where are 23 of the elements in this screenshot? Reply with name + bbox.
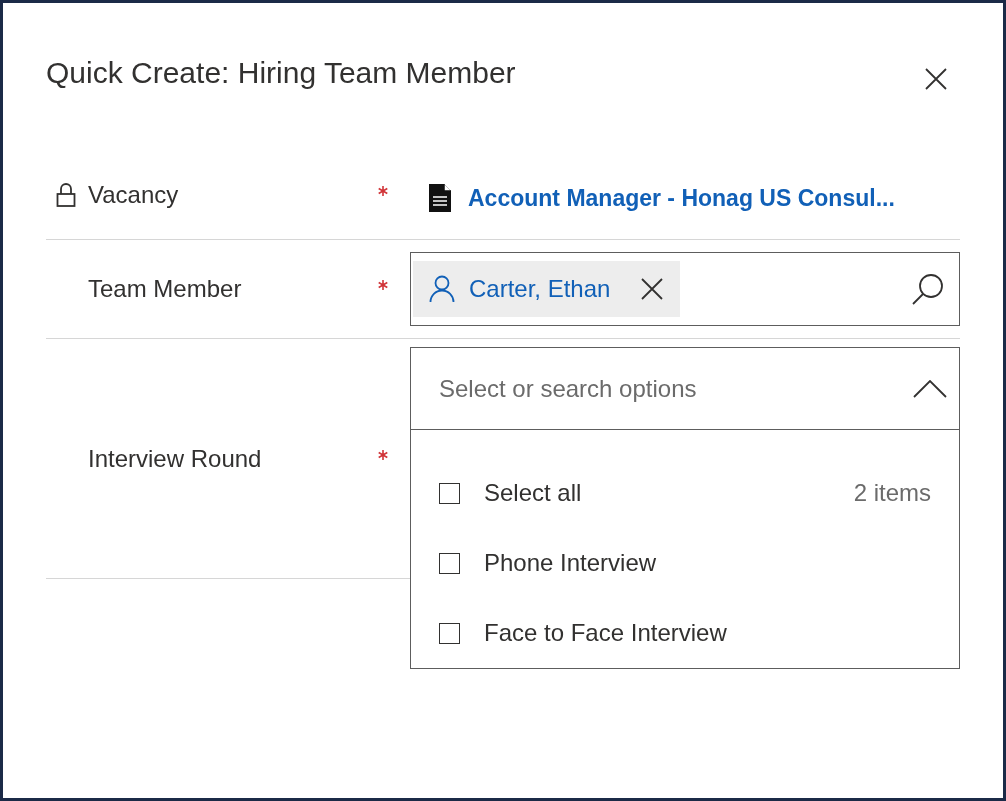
field-label: Team Member: [88, 275, 243, 303]
item-count: 2 items: [853, 479, 931, 507]
checkbox[interactable]: [439, 482, 460, 504]
lookup-field[interactable]: Carter, Ethan: [410, 252, 960, 326]
close-icon: [924, 67, 948, 91]
field-label: Interview Round: [88, 444, 263, 473]
close-button[interactable]: [924, 67, 948, 91]
person-icon: [429, 275, 455, 303]
document-icon: [428, 183, 452, 213]
search-input[interactable]: Select or search options: [437, 373, 913, 404]
option-label[interactable]: Select all: [484, 479, 854, 507]
dropdown-field[interactable]: Select or search options: [410, 347, 960, 430]
option-label[interactable]: Face to Face Interview: [484, 619, 931, 647]
person-name: Carter, Ethan: [469, 275, 611, 303]
person-tag[interactable]: Carter, Ethan: [413, 261, 681, 317]
option-label[interactable]: Phone Interview: [484, 549, 931, 577]
search-icon[interactable]: [911, 272, 945, 306]
field-label: Vacancy: [88, 181, 180, 209]
dialog-title: Quick Create: Hiring Team Member: [46, 55, 516, 91]
checkbox[interactable]: [439, 552, 460, 574]
remove-icon[interactable]: [640, 277, 665, 301]
checkbox[interactable]: [439, 622, 460, 644]
vacancy-link[interactable]: Account Manager - Honag US Consul...: [468, 184, 895, 212]
